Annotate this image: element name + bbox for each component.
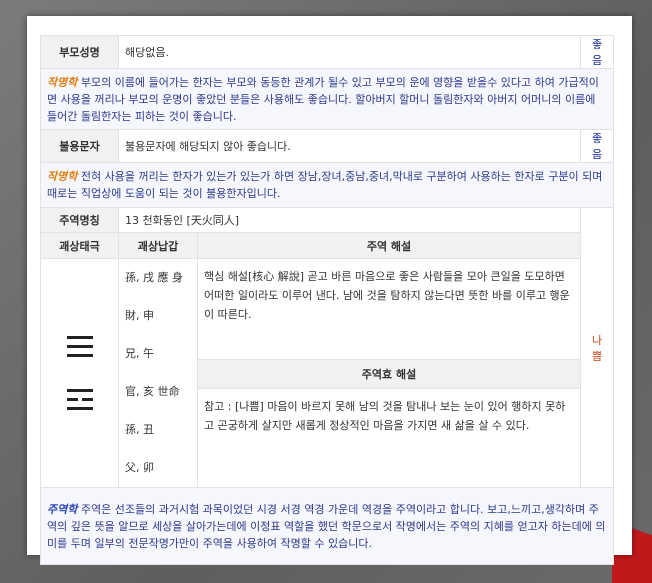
lines-column-header: 괘상납갑 bbox=[118, 232, 198, 259]
inauspicious-row: 불용문자 불용문자에 해당되지 않아 좋습니다. 좋음 bbox=[40, 129, 615, 163]
hexagram-cell bbox=[40, 258, 119, 488]
inauspicious-note: 작명학 전혀 사용을 꺼리는 한자가 있는가 있는가 하면 장남,장녀,중남,중… bbox=[39, 162, 615, 208]
line-item: 孫, 戌 應 身 bbox=[125, 271, 183, 284]
analysis-panel: 부모성명 해당없음. 좋음 작명학 부모의 이름에 들어가는 한자는 부모와 동… bbox=[27, 16, 632, 565]
hexagram-line bbox=[66, 389, 93, 392]
parent-name-note-tag: 작명학 bbox=[47, 75, 78, 89]
parent-name-label: 부모성명 bbox=[40, 35, 119, 69]
hexagram-line bbox=[66, 398, 93, 401]
parent-name-note-row: 작명학 부모의 이름에 들어가는 한자는 부모와 동등한 관계가 될수 있고 부… bbox=[39, 68, 615, 130]
parent-name-verdict: 좋음 bbox=[580, 35, 615, 69]
iching-interp-row: 孫, 戌 應 身 財, 申 兄, 午 官, 亥 世命 孫, 丑 父, 卯 핵심 … bbox=[40, 257, 614, 488]
lines-cell: 孫, 戌 應 身 財, 申 兄, 午 官, 亥 世命 孫, 丑 父, 卯 bbox=[118, 258, 198, 488]
footer-note-tag: 주역학 bbox=[47, 502, 78, 516]
iching-label: 주역명칭 bbox=[40, 207, 119, 233]
inauspicious-label: 불용문자 bbox=[40, 129, 119, 163]
inauspicious-verdict: 좋음 bbox=[580, 129, 615, 163]
inauspicious-note-tag: 작명학 bbox=[47, 170, 78, 183]
footer-note: 주역학 주역은 선조들의 과거시험 과목이었던 시경 서경 역경 가운데 역경을… bbox=[39, 487, 615, 565]
interpretation-column-header: 주역 해설 bbox=[196, 232, 582, 259]
inauspicious-note-text: 전혀 사용을 꺼리는 한자가 있는가 있는가 하면 장남,장녀,중남,중녀,막내… bbox=[47, 170, 603, 200]
hexagram-line bbox=[66, 345, 93, 348]
hexagram-line bbox=[66, 354, 93, 357]
iching-verdict: 나쁨 bbox=[580, 207, 615, 488]
iching-interpretation: 핵심 해설[核心 解說] 곧고 바른 마음으로 좋은 사람들을 모아 큰일을 도… bbox=[196, 257, 582, 361]
hexagram-symbol bbox=[47, 336, 112, 410]
line-item: 財, 申 bbox=[125, 309, 154, 322]
iching-row: 주역명칭 13 천화동인 [天火同人] 나쁨 bbox=[40, 207, 615, 488]
parent-name-note: 작명학 부모의 이름에 들어가는 한자는 부모와 동등한 관계가 될수 있고 부… bbox=[39, 68, 615, 130]
line-item: 官, 亥 世命 bbox=[125, 385, 180, 398]
footer-note-row: 주역학 주역은 선조들의 과거시험 과목이었던 시경 서경 역경 가운데 역경을… bbox=[39, 487, 615, 565]
line-item: 兄, 午 bbox=[125, 347, 154, 360]
effect-header: 주역효 해설 bbox=[196, 359, 582, 389]
line-item: 父, 卯 bbox=[125, 461, 154, 474]
parent-name-note-text: 부모의 이름에 들어가는 한자는 부모와 동등한 관계가 될수 있고 부모의 운… bbox=[47, 75, 599, 123]
hexagram-column-header: 괘상태극 bbox=[40, 232, 119, 259]
footer-note-text: 주역은 선조들의 과거시험 과목이었던 시경 서경 역경 가운데 역경을 주역이… bbox=[47, 502, 606, 550]
hexagram-line bbox=[66, 336, 93, 339]
parent-name-row: 부모성명 해당없음. 좋음 bbox=[40, 35, 615, 69]
line-item: 孫, 丑 bbox=[125, 423, 154, 436]
iching-value: 13 천화동인 [天火同人] bbox=[117, 207, 582, 233]
iching-effect: 참고 : [나쁨] 마음이 바르지 못해 남의 것을 탐내나 보는 눈이 있어 … bbox=[196, 387, 582, 489]
name-analysis-table: 부모성명 해당없음. 좋음 작명학 부모의 이름에 들어가는 한자는 부모와 동… bbox=[39, 35, 615, 565]
iching-header-row: 괘상태극 괘상납갑 주역 해설 bbox=[40, 232, 614, 259]
parent-name-value: 해당없음. bbox=[117, 35, 582, 69]
inauspicious-value: 불용문자에 해당되지 않아 좋습니다. bbox=[117, 129, 582, 163]
inauspicious-note-row: 작명학 전혀 사용을 꺼리는 한자가 있는가 있는가 하면 장남,장녀,중남,중… bbox=[39, 162, 615, 208]
hexagram-line bbox=[66, 407, 93, 410]
